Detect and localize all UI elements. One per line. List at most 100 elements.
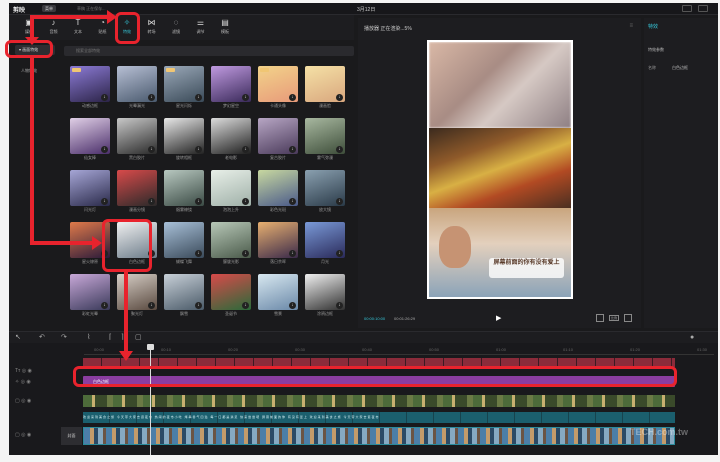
effect-item[interactable]: ↓ 复古胶片 xyxy=(258,118,298,161)
effect-track-icon: ✧ ◎ ◉ xyxy=(15,379,31,385)
tab-transition[interactable]: ⋈ 转场 xyxy=(140,18,164,38)
play-icon[interactable]: ▶ xyxy=(496,314,501,322)
effect-name: 仙女棒 xyxy=(84,155,96,160)
download-icon[interactable]: ↓ xyxy=(101,94,108,101)
effect-item[interactable]: ↓ 仙女棒 xyxy=(70,118,110,161)
fit-icon[interactable] xyxy=(596,314,604,322)
download-icon[interactable]: ↓ xyxy=(336,250,343,257)
layout-icon[interactable] xyxy=(682,5,692,12)
download-icon[interactable]: ↓ xyxy=(336,302,343,309)
download-icon[interactable]: ↓ xyxy=(148,198,155,205)
main-track-icon: ▢ ◎ ◉ xyxy=(15,432,32,438)
download-icon[interactable]: ↓ xyxy=(289,250,296,257)
search-input[interactable]: 搜索全部特效 xyxy=(64,46,354,56)
time-ruler[interactable]: 00:00 00:10 00:20 00:30 00:40 00:50 01:00 01:10… xyxy=(84,346,714,355)
split-icon[interactable]: ⌇ xyxy=(87,333,90,342)
download-icon[interactable]: ↓ xyxy=(148,302,155,309)
undo-icon[interactable]: ↶ xyxy=(39,333,45,342)
download-icon[interactable]: ↓ xyxy=(195,94,202,101)
tab-media[interactable]: ▣ 媒体 xyxy=(17,18,41,38)
subtitle-track[interactable]: 欢迎来到美食之旅 今天带大家去逛夜市 热闹的夜市小吃 烤串香气四溢 每一口都是满… xyxy=(83,412,675,423)
download-icon[interactable]: ↓ xyxy=(289,198,296,205)
effect-item[interactable]: ↓ 月光 xyxy=(305,222,345,265)
effect-item[interactable]: ↓ 漫画分镜 xyxy=(117,170,157,213)
effect-item[interactable]: ↓ 蝴蝶飞舞 xyxy=(164,222,204,265)
tab-filter[interactable]: ◌ 滤镜 xyxy=(164,18,188,38)
download-icon[interactable]: ↓ xyxy=(101,146,108,153)
effect-item[interactable]: ↓ 放大镜 xyxy=(305,170,345,213)
mic-icon[interactable]: ● xyxy=(690,333,694,342)
download-icon[interactable]: ↓ xyxy=(289,146,296,153)
effect-item[interactable]: ↓ 雾气弥漫 xyxy=(305,118,345,161)
download-icon[interactable]: ↓ xyxy=(101,198,108,205)
effect-item[interactable]: ↓ 梦幻星空 xyxy=(211,66,251,109)
effect-item[interactable]: ↓ 漫画脸 xyxy=(305,66,345,109)
download-icon[interactable]: ↓ xyxy=(195,250,202,257)
tab-template[interactable]: ▤ 模板 xyxy=(213,18,237,38)
download-icon[interactable]: ↓ xyxy=(242,146,249,153)
tab-label: 滤镜 xyxy=(172,29,180,34)
effect-name: 聚光灯 xyxy=(131,311,143,316)
download-icon[interactable]: ↓ xyxy=(148,146,155,153)
download-icon[interactable]: ↓ xyxy=(195,198,202,205)
select-icon[interactable]: ↖ xyxy=(15,333,21,342)
fullscreen-icon[interactable] xyxy=(624,314,632,322)
effect-name: 星光闪烁 xyxy=(176,103,192,108)
download-icon[interactable]: ↓ xyxy=(242,198,249,205)
tab-adjust[interactable]: ⚌ 调节 xyxy=(189,18,213,38)
video-preview[interactable]: 屏幕前面的你有没有爱上 xyxy=(427,40,573,299)
effect-item[interactable]: ↓ 星光闪烁 xyxy=(164,66,204,109)
effect-item[interactable]: ↓ 闪光灯 xyxy=(70,170,110,213)
split-left-icon[interactable]: ⌈ xyxy=(109,333,112,342)
effect-item[interactable]: ↓ 朦胧光影 xyxy=(211,222,251,265)
tab-text[interactable]: T 文本 xyxy=(66,18,90,38)
download-icon[interactable]: ↓ xyxy=(242,302,249,309)
effect-item[interactable]: ↓ 光晕漏光 xyxy=(117,66,157,109)
timeline: ↖ ↶ ↷ ⌇ ⌈ ⌉ ▢ ● 00:00 00:10 00:20 00:30 00:4… xyxy=(9,331,718,455)
effect-item[interactable]: ↓ 飘雪 xyxy=(164,274,204,317)
highlight-effects-tab xyxy=(115,12,140,44)
more-icon[interactable]: ≡ xyxy=(629,23,633,29)
download-icon[interactable]: ↓ xyxy=(242,250,249,257)
menu-button[interactable]: 菜单 xyxy=(42,5,56,12)
effect-item[interactable]: ↓ 彩虹光晕 xyxy=(70,274,110,317)
tab-audio[interactable]: ♪ 音频 xyxy=(42,18,66,38)
effect-item[interactable]: ↓ 彩色光斑 xyxy=(258,170,298,213)
vip-badge xyxy=(260,68,269,72)
download-icon[interactable]: ↓ xyxy=(242,94,249,101)
download-icon[interactable]: ↓ xyxy=(336,146,343,153)
effect-name: 卡通头像 xyxy=(270,103,286,108)
effect-item[interactable]: ↓ 涂鸦边框 xyxy=(305,274,345,317)
effect-item[interactable]: ↓ 动感边框 xyxy=(70,66,110,109)
effect-item[interactable]: ↓ 黑白胶片 xyxy=(117,118,157,161)
download-icon[interactable]: ↓ xyxy=(148,94,155,101)
effect-item[interactable]: ↓ 泡泡上升 xyxy=(211,170,251,213)
effect-item[interactable]: ↓ 圣诞节 xyxy=(211,274,251,317)
effect-name: 漫画分镜 xyxy=(129,207,145,212)
download-icon[interactable]: ↓ xyxy=(195,302,202,309)
download-icon[interactable]: ↓ xyxy=(289,302,296,309)
download-icon[interactable]: ↓ xyxy=(336,94,343,101)
effect-item[interactable]: ↓ 聚光灯 xyxy=(117,274,157,317)
window-icon[interactable] xyxy=(698,5,708,12)
effect-item[interactable]: ↓ 烟雾缭绕 xyxy=(164,170,204,213)
cover-button[interactable]: 封面 xyxy=(61,427,82,445)
effect-item[interactable]: ↓ 旋转相框 xyxy=(164,118,204,161)
text-track[interactable] xyxy=(83,395,675,407)
effect-item[interactable]: ↓ 落日余晖 xyxy=(258,222,298,265)
download-icon[interactable]: ↓ xyxy=(336,198,343,205)
sidebar-item-people-effects[interactable]: 人物特效 xyxy=(15,66,55,76)
effect-item[interactable]: ↓ 老电影 xyxy=(211,118,251,161)
ruler-tick: 00:30 xyxy=(295,347,306,352)
video-track[interactable] xyxy=(83,427,675,445)
effect-item[interactable]: ↓ 卡通头像 xyxy=(258,66,298,109)
download-icon[interactable]: ↓ xyxy=(195,146,202,153)
download-icon[interactable]: ↓ xyxy=(101,302,108,309)
ratio-button[interactable]: 比例 xyxy=(609,315,619,321)
effect-item[interactable]: ↓ 雪景 xyxy=(258,274,298,317)
redo-icon[interactable]: ↷ xyxy=(61,333,67,342)
delete-icon[interactable]: ▢ xyxy=(135,333,142,342)
playhead[interactable] xyxy=(147,344,154,455)
vip-badge xyxy=(72,68,81,72)
download-icon[interactable]: ↓ xyxy=(289,94,296,101)
